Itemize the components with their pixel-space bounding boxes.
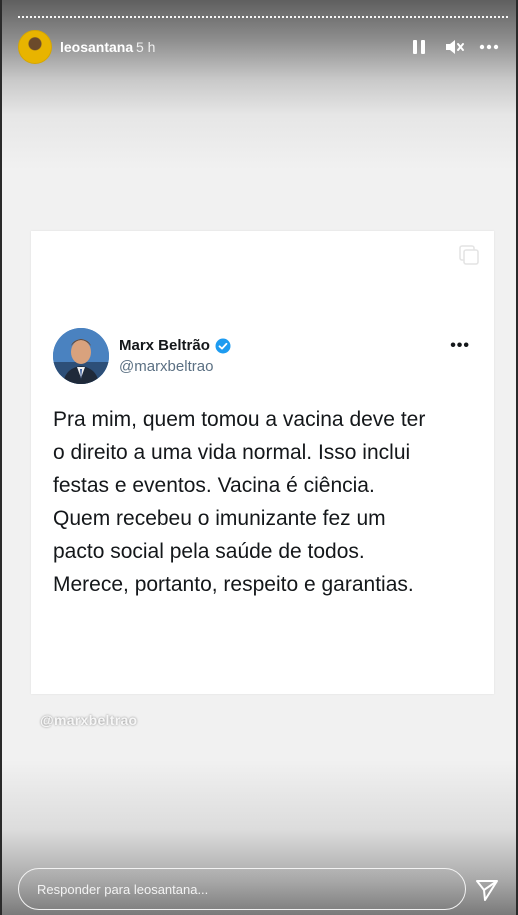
story-timestamp: 5 h <box>136 39 156 55</box>
more-options-icon[interactable] <box>476 34 502 60</box>
story-header: leosantana 5 h <box>18 30 508 64</box>
mention-sticker[interactable]: @marxbeltrao <box>40 712 137 728</box>
tweet-author-avatar <box>53 328 109 384</box>
left-edge <box>0 0 2 915</box>
pause-icon[interactable] <box>406 34 432 60</box>
reply-input[interactable] <box>18 868 466 910</box>
verified-badge-icon <box>215 338 231 353</box>
tweet-author-name: Marx Beltrão <box>119 337 231 354</box>
tweet-text: Pra mim, quem tomou a vacina deve ter o … <box>53 408 426 596</box>
tweet-author-handle: @marxbeltrao <box>119 358 214 375</box>
tweet-more-icon[interactable]: ••• <box>450 337 470 355</box>
story-username[interactable]: leosantana <box>60 39 133 55</box>
story-progress-bar <box>18 16 508 20</box>
copy-icon <box>459 245 479 265</box>
tweet-author-name-text: Marx Beltrão <box>119 337 210 354</box>
send-icon[interactable] <box>474 877 500 903</box>
speaker-muted-icon[interactable] <box>442 34 468 60</box>
tweet-card: Marx Beltrão @marxbeltrao ••• Pra mim, q… <box>31 231 494 694</box>
user-avatar[interactable] <box>18 30 52 64</box>
